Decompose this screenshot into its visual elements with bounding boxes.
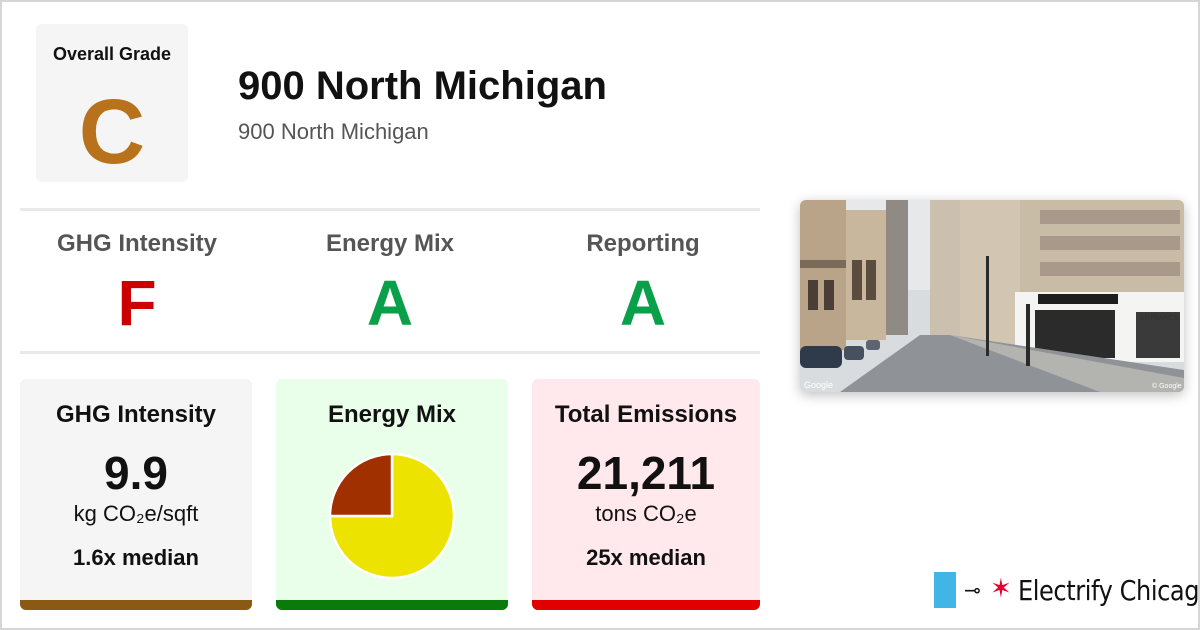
google-copyright: © Google (1152, 382, 1182, 390)
grade-ghg-intensity: GHG Intensity F (12, 228, 262, 338)
grade-label: Reporting (586, 230, 700, 257)
card-accent-bar (532, 600, 760, 610)
pie-chart (328, 452, 456, 580)
street-photo-illustration: Google © Google ENTRANCE (800, 200, 1184, 392)
total-emissions-card: Total Emissions 21,211 tons CO₂e 25x med… (532, 379, 760, 610)
card-accent-bar (20, 600, 252, 610)
overall-grade-box: Overall Grade C (36, 24, 188, 182)
card-title: GHG Intensity (55, 401, 217, 428)
card-accent-bar (276, 600, 508, 610)
divider-bottom (20, 351, 760, 354)
card-value: 21,211 (576, 447, 716, 499)
energy-mix-card: Energy Mix (276, 379, 508, 610)
overall-grade-letter: C (78, 81, 146, 183)
brand-name: Electrify Chicago (1018, 574, 1200, 607)
grade-energy-mix: Energy Mix A (265, 228, 515, 338)
flag-stripe-icon (934, 572, 956, 608)
card-title: Total Emissions (554, 401, 738, 428)
building-street-view-photo: Google © Google ENTRANCE (800, 200, 1184, 392)
grade-letter: F (117, 267, 157, 339)
ghg-intensity-card: GHG Intensity 9.9 kg CO₂e/sqft 1.6x medi… (20, 379, 252, 610)
pie-slice-1 (328, 452, 394, 518)
card-title: Energy Mix (327, 401, 457, 428)
grade-label: GHG Intensity (56, 230, 218, 257)
google-watermark: Google (804, 380, 833, 390)
plug-icon: ⊸ (964, 580, 981, 602)
building-title: 900 North Michigan (238, 64, 607, 108)
grade-letter: A (366, 267, 414, 339)
grade-letter: A (619, 267, 667, 339)
card-median: 25x median (586, 545, 706, 570)
building-subtitle: 900 North Michigan (238, 119, 429, 144)
energy-mix-pie (327, 451, 457, 581)
card-unit: kg CO₂e/sqft (73, 501, 199, 526)
entrance-sign: ENTRANCE (1140, 315, 1179, 322)
star-icon: ✶ (990, 573, 1012, 603)
overall-grade-label: Overall Grade (52, 44, 172, 64)
card-value: 9.9 (104, 447, 168, 499)
card-median: 1.6x median (73, 545, 199, 570)
card-unit: tons CO₂e (595, 501, 697, 526)
og-image-frame: Overall Grade C 900 North Michigan 900 N… (0, 0, 1200, 630)
grade-label: Energy Mix (325, 230, 455, 257)
divider-top (20, 208, 760, 211)
grade-reporting: Reporting A (518, 228, 768, 338)
